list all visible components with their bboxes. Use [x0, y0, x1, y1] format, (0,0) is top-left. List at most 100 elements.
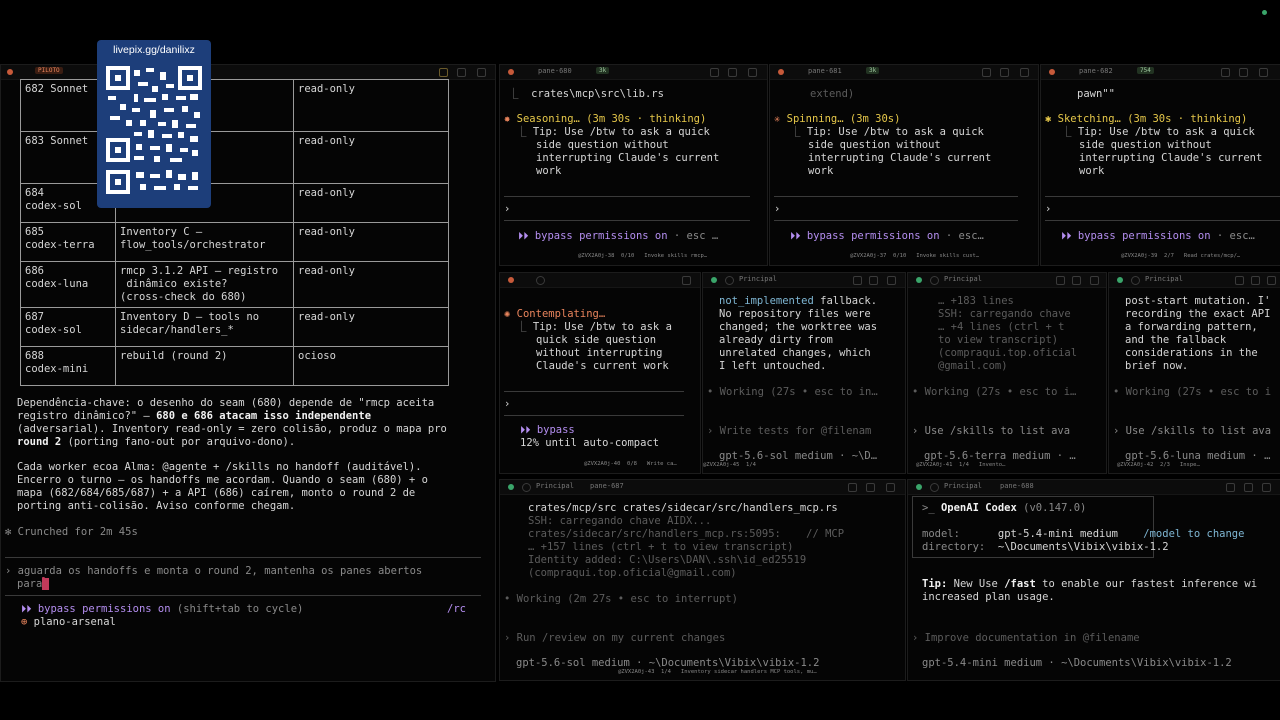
table-cell-task: Inventory C — flow_tools/orchestrator [115, 222, 294, 262]
pane-681-top: extend) [810, 88, 855, 100]
heart-icon[interactable] [710, 68, 719, 77]
pane-687-line5: Identity added: C:\Users\DAN\.ssh\id_ed2… [528, 554, 807, 566]
settings-icon[interactable] [536, 276, 545, 285]
copy-icon[interactable] [1239, 68, 1248, 77]
close-icon[interactable] [887, 276, 896, 285]
copy-icon[interactable] [1072, 276, 1081, 285]
pane-tag: Principal [944, 275, 982, 283]
settings-icon[interactable] [930, 483, 939, 492]
pane-687-input[interactable]: › Run /review on my current changes [504, 632, 725, 645]
heart-icon[interactable] [848, 483, 857, 492]
copy-icon[interactable] [866, 483, 875, 492]
bypass-line[interactable]: ⏵⏵ bypass permissions on (shift+tab to c… [21, 603, 303, 616]
heart-icon[interactable] [1056, 276, 1065, 285]
pane-682-footer: @ZVX2A0j-39 2/7 Read crates/mcp/… [1121, 253, 1241, 259]
codex-dir-line: directory: ~\Documents\Vibix\vibix-1.2 [922, 541, 1169, 553]
pane-682-input[interactable]: › [1045, 203, 1051, 216]
para2-line1: Cada worker ecoa Alma: @agente + /skills… [17, 461, 422, 473]
pane-luna-working: • Working (27s • esc to i [1113, 386, 1272, 398]
close-icon[interactable] [682, 276, 691, 285]
table-row: 685 codex-terra Inventory C — flow_tools/… [20, 222, 449, 262]
pane-badge: 754 [1137, 67, 1154, 74]
divider [1045, 220, 1280, 221]
close-icon[interactable] [1259, 68, 1268, 77]
divider [504, 391, 684, 392]
codex-model-line: model: gpt-5.4-mini medium /model to cha… [922, 528, 1245, 540]
heart-icon[interactable] [1226, 483, 1235, 492]
close-icon[interactable] [748, 68, 757, 77]
pane-683-compact: 12% until auto-compact [520, 437, 660, 449]
status-dot-icon [1049, 69, 1055, 75]
pane-682-bypass[interactable]: ⏵⏵ bypass permissions on · esc… [1061, 230, 1255, 243]
pane-terra-line5: (compraqui.top.oficial [938, 347, 1078, 359]
table-row: 686 codex-luna rmcp 3.1.2 API — registro … [20, 261, 449, 308]
pane-tag: pane-682 [1079, 67, 1113, 75]
heart-icon[interactable] [1221, 68, 1230, 77]
pane-luna-titlebar: Principal [1109, 273, 1280, 288]
pane-id: pane-687 [590, 482, 624, 490]
copy-icon[interactable] [1244, 483, 1253, 492]
divider [774, 196, 1018, 197]
pane-680-status: ✸ Seasoning… (3m 30s · thinking) [504, 113, 707, 125]
pane-tag: Principal [944, 482, 982, 490]
copy-icon[interactable] [728, 68, 737, 77]
status-dot-icon [508, 484, 514, 490]
table-cell-id: 685 codex-terra [20, 222, 116, 262]
table-cell-task: Inventory D — tools no sidecar/handlers_… [115, 307, 294, 347]
pane-680-input[interactable]: › [504, 203, 510, 216]
pane-688-input[interactable]: › Improve documentation in @filename [912, 632, 1140, 645]
divider [504, 415, 684, 416]
copy-icon[interactable] [1000, 68, 1009, 77]
close-icon[interactable] [1267, 276, 1276, 285]
table-cell-id: 687 codex-sol [20, 307, 116, 347]
pane-sol-input[interactable]: › Write tests for @filenam [707, 425, 871, 438]
heart-icon[interactable] [982, 68, 991, 77]
pane-680-bypass[interactable]: ⏵⏵ bypass permissions on · esc … [518, 230, 718, 243]
recording-dot-icon [1262, 10, 1267, 15]
copy-icon[interactable] [1251, 276, 1260, 285]
brush-icon[interactable] [439, 68, 448, 77]
settings-icon[interactable] [930, 276, 939, 285]
branch-line: ⊕ plano-arsenal [21, 616, 116, 629]
donation-qr-card[interactable]: livepix.gg/danilixz [97, 40, 211, 208]
pane-luna-footer: @ZVX2A0j-42 2/3 Inspe… [1117, 462, 1200, 468]
settings-icon[interactable] [1131, 276, 1140, 285]
settings-icon[interactable] [725, 276, 734, 285]
close-icon[interactable] [1262, 483, 1271, 492]
pane-681-status: ✳ Spinning… (3m 30s) [774, 113, 901, 125]
copy-icon[interactable] [869, 276, 878, 285]
pane-luna-input[interactable]: › Use /skills to list ava [1113, 425, 1271, 438]
table-cell-mode: read-only [293, 79, 449, 132]
close-icon[interactable] [1090, 276, 1099, 285]
heart-icon[interactable] [1235, 276, 1244, 285]
prompt-input[interactable]: › aguarda os handoffs e monta o round 2,… [5, 565, 422, 578]
table-cell-mode: read-only [293, 131, 449, 184]
close-icon[interactable] [477, 68, 486, 77]
pane-681-bypass[interactable]: ⏵⏵ bypass permissions on · esc… [790, 230, 984, 243]
pane-681-titlebar: pane-681 3k [770, 65, 1038, 80]
table-row: 683 Sonneton le, pro l)read-only [20, 131, 449, 184]
settings-icon[interactable] [522, 483, 531, 492]
pane-682-tip4: work [1079, 165, 1105, 177]
pane-sol-footer: @ZVX2A0j-45 1/4 [703, 462, 756, 468]
pane-tag: pane-681 [808, 67, 842, 75]
pane-badge: 3k [596, 67, 610, 74]
pane-681-input[interactable]: › [774, 203, 780, 216]
close-icon[interactable] [886, 483, 895, 492]
prompt-bottom-rule [5, 595, 481, 596]
pane-683-bypass[interactable]: ⏵⏵ bypass [520, 424, 575, 437]
heart-icon[interactable] [853, 276, 862, 285]
pane-683-input[interactable]: › [504, 398, 510, 411]
pane-sol-titlebar: Principal [703, 273, 905, 288]
close-icon[interactable] [1020, 68, 1029, 77]
status-dot-icon [916, 484, 922, 490]
pane-terra-input[interactable]: › Use /skills to list ava [912, 425, 1070, 438]
pane-680-tip2: side question without [536, 139, 669, 151]
pane-683-status: ✺ Contemplating… [504, 308, 606, 320]
pane-682-tip3: interrupting Claude's current [1079, 152, 1263, 164]
bypass-label: bypass permissions on [37, 603, 171, 615]
copy-icon[interactable] [457, 68, 466, 77]
pane-682-tip: ⎿ Tip: Use /btw to ask a quick [1061, 126, 1255, 138]
fast-forward-icon: ⏵⏵ [21, 603, 38, 615]
pane-principal-terra: Principal … +183 lines SSH: carregando c… [907, 272, 1107, 474]
